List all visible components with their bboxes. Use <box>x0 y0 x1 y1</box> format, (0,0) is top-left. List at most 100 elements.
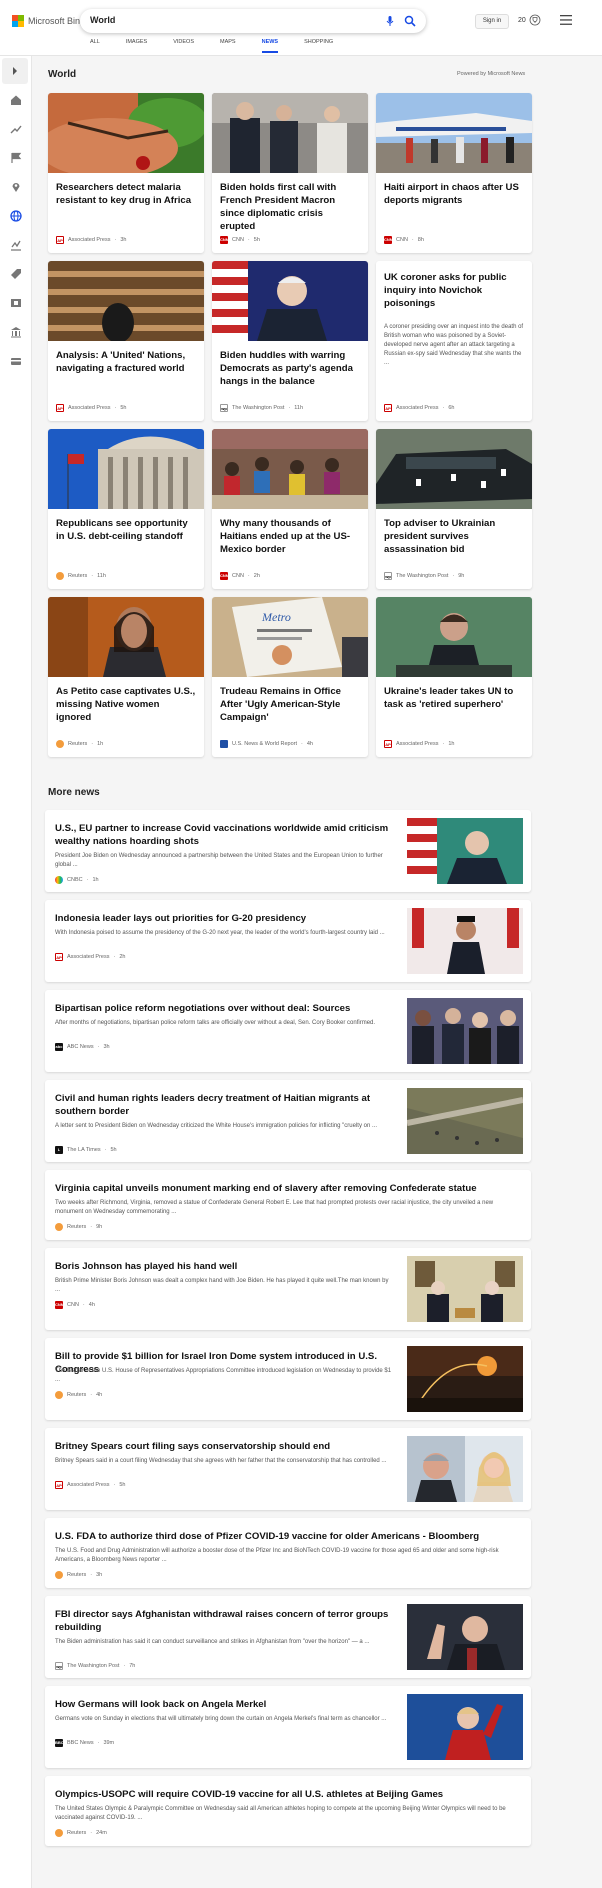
source-name: Associated Press <box>396 405 439 411</box>
tab-maps[interactable]: MAPS <box>220 38 236 56</box>
news-list-item[interactable]: Olympics-USOPC will require COVID-19 vac… <box>45 1776 531 1846</box>
news-list-item[interactable]: Bill to provide $1 billion for Israel Ir… <box>45 1338 531 1420</box>
news-item-title[interactable]: FBI director says Afghanistan withdrawal… <box>55 1608 405 1634</box>
location-pin-icon[interactable] <box>10 181 22 193</box>
card-title[interactable]: Biden holds first call with French Presi… <box>220 181 360 233</box>
news-card[interactable]: UK coroner asks for public inquiry into … <box>376 261 532 421</box>
news-list-item[interactable]: U.S. FDA to authorize third dose of Pfiz… <box>45 1518 531 1588</box>
chevron-right-icon <box>13 67 17 75</box>
tab-images[interactable]: IMAGES <box>126 38 147 56</box>
business-chart-icon[interactable] <box>10 239 22 251</box>
source-name: Associated Press <box>68 237 111 243</box>
news-item-title[interactable]: Britney Spears court filing says conserv… <box>55 1440 405 1453</box>
rewards-trophy-icon <box>529 14 541 26</box>
microsoft-logo-icon <box>12 15 24 27</box>
flag-icon[interactable] <box>10 152 22 164</box>
news-card[interactable]: Republicans see opportunity in U.S. debt… <box>48 429 204 589</box>
news-list-item[interactable]: Virginia capital unveils monument markin… <box>45 1170 531 1240</box>
news-list-item[interactable]: Britney Spears court filing says conserv… <box>45 1428 531 1510</box>
news-card[interactable]: Biden huddles with warring Democrats as … <box>212 261 368 421</box>
sidebar-expand-button[interactable] <box>2 58 28 84</box>
card-title[interactable]: Why many thousands of Haitians ended up … <box>220 517 360 556</box>
news-item-title[interactable]: U.S. FDA to authorize third dose of Pfiz… <box>55 1530 515 1543</box>
card-source: U.S. News & World Report · 4h <box>220 740 313 748</box>
news-item-title[interactable]: Virginia capital unveils monument markin… <box>55 1182 515 1195</box>
ap-logo-icon: AP <box>384 740 392 748</box>
card-title[interactable]: As Petito case captivates U.S., missing … <box>56 685 196 724</box>
news-card[interactable]: Haiti airport in chaos after US deports … <box>376 93 532 253</box>
news-card[interactable]: Researchers detect malaria resistant to … <box>48 93 204 253</box>
search-icon[interactable] <box>404 15 416 27</box>
card-title[interactable]: Researchers detect malaria resistant to … <box>56 181 196 207</box>
news-list-item[interactable]: FBI director says Afghanistan withdrawal… <box>45 1596 531 1678</box>
card-title[interactable]: Analysis: A 'United' Nations, navigating… <box>56 349 196 375</box>
sports-card-icon[interactable] <box>10 355 22 367</box>
news-item-desc: President Joe Biden on Wednesday announc… <box>55 853 383 868</box>
news-list-item[interactable]: Civil and human rights leaders decry tre… <box>45 1080 531 1162</box>
news-card[interactable]: Metro Trudeau Remains in Office After 'U… <box>212 597 368 757</box>
source-name: Associated Press <box>396 741 439 747</box>
news-list-item[interactable]: How Germans will look back on Angela Mer… <box>45 1686 531 1768</box>
source-name: CNN <box>232 573 244 579</box>
news-item-title[interactable]: Bipartisan police reform negotiations ov… <box>55 1002 405 1015</box>
news-item-desc: The United States Olympic & Paralympic C… <box>55 1806 506 1821</box>
science-rocket-icon[interactable] <box>10 268 22 280</box>
sign-in-button[interactable]: Sign in <box>475 14 509 29</box>
tab-all[interactable]: ALL <box>90 38 100 56</box>
news-list-item[interactable]: U.S., EU partner to increase Covid vacci… <box>45 810 531 892</box>
news-card[interactable]: As Petito case captivates U.S., missing … <box>48 597 204 757</box>
card-title[interactable]: Trudeau Remains in Office After 'Ugly Am… <box>220 685 360 724</box>
source-name: The Washington Post <box>396 573 449 579</box>
tab-shopping[interactable]: SHOPPING <box>304 38 333 56</box>
news-card[interactable]: Ukraine's leader takes UN to task as 're… <box>376 597 532 757</box>
news-card[interactable]: Why many thousands of Haitians ended up … <box>212 429 368 589</box>
card-title[interactable]: Haiti airport in chaos after US deports … <box>384 181 524 207</box>
news-item-source: L The LA Times · 5h <box>55 1146 117 1154</box>
tab-news[interactable]: NEWS <box>261 38 278 56</box>
un-assembly-image <box>48 261 204 343</box>
news-item-title[interactable]: Boris Johnson has played his hand well <box>55 1260 405 1273</box>
brand-name: Microsoft Bing <box>28 16 86 26</box>
news-item-source: Reuters · 3h <box>55 1571 102 1579</box>
microphone-icon[interactable] <box>384 15 396 27</box>
news-list-item[interactable]: Bipartisan police reform negotiations ov… <box>45 990 531 1072</box>
news-item-title[interactable]: How Germans will look back on Angela Mer… <box>55 1698 405 1711</box>
source-name: CNN <box>396 237 408 243</box>
cnn-logo-icon: CNN <box>220 572 229 580</box>
politics-building-icon[interactable] <box>10 326 22 338</box>
entertainment-film-icon[interactable] <box>10 297 22 309</box>
senators-image <box>407 998 523 1064</box>
news-item-title[interactable]: U.S., EU partner to increase Covid vacci… <box>55 822 405 848</box>
news-list-item[interactable]: Indonesia leader lays out priorities for… <box>45 900 531 982</box>
news-item-title[interactable]: Civil and human rights leaders decry tre… <box>55 1092 405 1118</box>
news-card[interactable]: Analysis: A 'United' Nations, navigating… <box>48 261 204 421</box>
news-item-title[interactable]: Indonesia leader lays out priorities for… <box>55 912 405 925</box>
card-title[interactable]: Biden huddles with warring Democrats as … <box>220 349 360 388</box>
menu-icon[interactable] <box>560 15 572 25</box>
card-title[interactable]: UK coroner asks for public inquiry into … <box>384 271 524 310</box>
globe-icon[interactable] <box>10 210 22 222</box>
news-card[interactable]: Top adviser to Ukrainian president survi… <box>376 429 532 589</box>
home-icon[interactable] <box>10 94 22 106</box>
capitol-dome-image <box>48 429 204 509</box>
tab-videos[interactable]: VIDEOS <box>173 38 194 56</box>
card-title[interactable]: Top adviser to Ukrainian president survi… <box>384 517 524 556</box>
news-card[interactable]: Biden holds first call with French Presi… <box>212 93 368 253</box>
usnews-logo-icon <box>220 740 228 748</box>
news-list-item[interactable]: Boris Johnson has played his hand well B… <box>45 1248 531 1330</box>
card-title[interactable]: Ukraine's leader takes UN to task as 're… <box>384 685 524 711</box>
news-item-title[interactable]: Olympics-USOPC will require COVID-19 vac… <box>55 1788 515 1801</box>
trending-icon[interactable] <box>10 123 22 135</box>
news-item-source: CNBC · 1h <box>55 876 99 884</box>
biden-flag-image <box>212 261 368 341</box>
cnn-logo-icon: CNN <box>220 236 229 244</box>
news-item-desc: Germans vote on Sunday in elections that… <box>55 1716 387 1722</box>
search-box[interactable] <box>80 9 426 33</box>
bing-logo[interactable]: Microsoft Bing <box>12 15 85 27</box>
search-input[interactable] <box>90 15 350 25</box>
cnbc-logo-icon <box>55 876 63 884</box>
rewards-button[interactable]: 20 <box>518 14 541 26</box>
source-time: 9h <box>458 573 465 579</box>
card-title[interactable]: Republicans see opportunity in U.S. debt… <box>56 517 196 543</box>
card-source: CNN CNN · 8h <box>384 236 424 244</box>
